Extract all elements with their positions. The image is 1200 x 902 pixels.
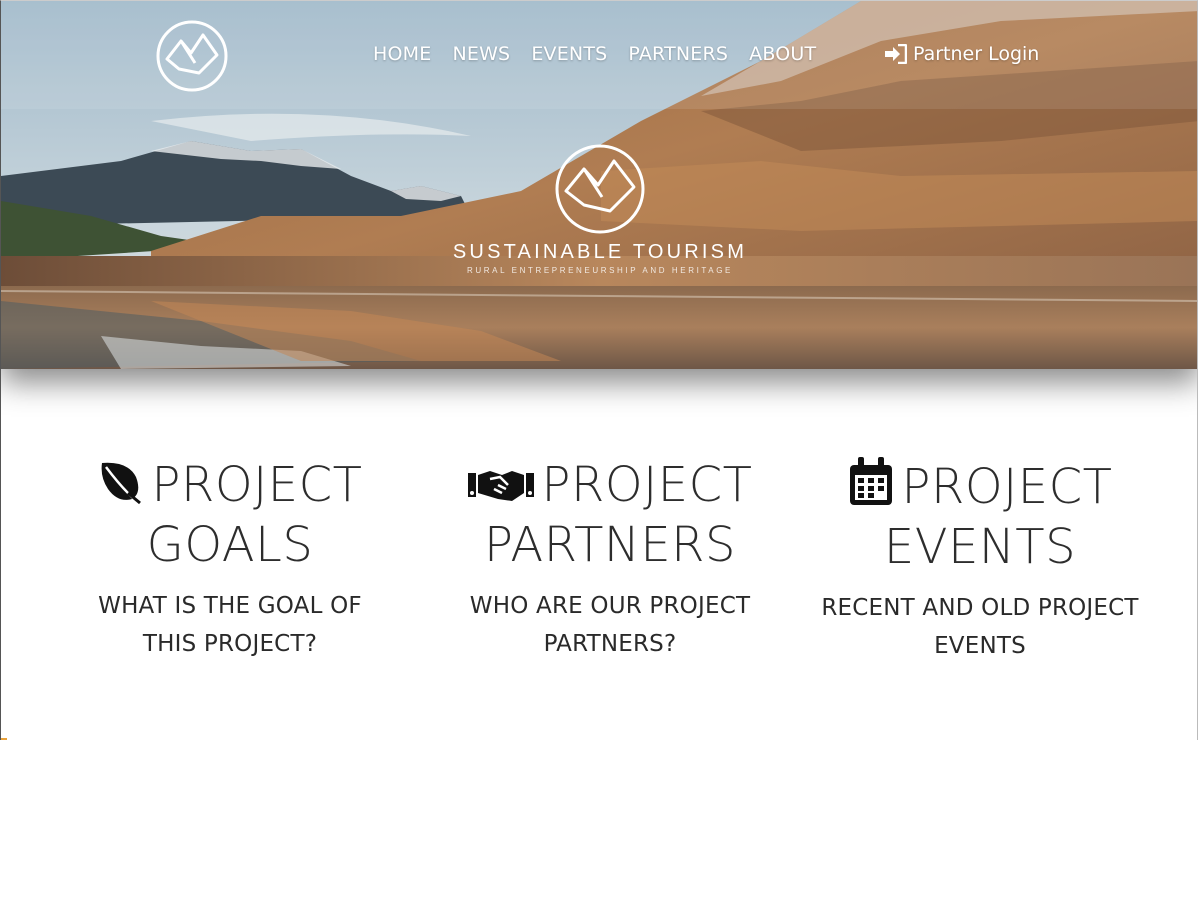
browser-page: HOME NEWS EVENTS PARTNERS ABOUT Partner … <box>0 0 1198 740</box>
feature-sub-line1: WHAT IS THE GOAL OF <box>98 593 362 619</box>
feature-sub-line2: THIS PROJECT? <box>142 631 318 657</box>
feature-sub-line1: RECENT AND OLD PROJECT <box>821 595 1139 621</box>
partner-login-label: Partner Login <box>913 43 1040 65</box>
feature-sub-line1: WHO ARE OUR PROJECT <box>469 593 751 619</box>
feature-project-partners[interactable]: PROJECT PARTNERS WHO ARE OUR PROJECT PAR… <box>445 457 775 663</box>
feature-heading: PROJECT GOALS <box>65 457 395 573</box>
hero-title: SUSTAINABLE TOURISM <box>452 241 748 263</box>
feature-heading: PROJECT EVENTS <box>815 457 1145 575</box>
feature-heading-line2: PARTNERS <box>484 517 736 573</box>
feature-subtitle: RECENT AND OLD PROJECT EVENTS <box>815 589 1145 665</box>
sign-in-icon <box>885 44 907 64</box>
main-nav: HOME NEWS EVENTS PARTNERS ABOUT <box>373 43 816 65</box>
feature-sub-line2: EVENTS <box>934 633 1026 659</box>
calendar-icon <box>848 457 894 519</box>
feature-heading: PROJECT PARTNERS <box>445 457 775 573</box>
feature-section: PROJECT GOALS WHAT IS THE GOAL OF THIS P… <box>1 457 1197 677</box>
handshake-icon <box>467 461 534 517</box>
hero-brand: SUSTAINABLE TOURISM RURAL ENTREPRENEURSH… <box>441 143 759 275</box>
feature-heading-line1: PROJECT <box>901 459 1113 515</box>
feature-heading-line1: PROJECT <box>541 457 753 513</box>
nav-home[interactable]: HOME <box>373 43 431 65</box>
mountain-circle-logo <box>555 144 645 234</box>
feature-project-events[interactable]: PROJECT EVENTS RECENT AND OLD PROJECT EV… <box>815 457 1145 665</box>
feature-heading-line1: PROJECT <box>151 457 363 513</box>
nav-partners[interactable]: PARTNERS <box>628 43 728 65</box>
nav-events[interactable]: EVENTS <box>531 43 607 65</box>
hero-subtitle: RURAL ENTREPRENEURSHIP AND HERITAGE <box>467 266 733 275</box>
nav-about[interactable]: ABOUT <box>749 43 816 65</box>
top-navbar: HOME NEWS EVENTS PARTNERS ABOUT Partner … <box>1 1 1197 109</box>
partner-login-button[interactable]: Partner Login <box>885 43 1039 65</box>
hero-banner: HOME NEWS EVENTS PARTNERS ABOUT Partner … <box>1 1 1197 369</box>
feature-heading-line2: EVENTS <box>883 519 1077 575</box>
feature-sub-line2: PARTNERS? <box>543 631 677 657</box>
mountain-circle-logo[interactable] <box>155 19 229 93</box>
leaf-icon <box>98 459 144 517</box>
feature-subtitle: WHAT IS THE GOAL OF THIS PROJECT? <box>65 587 395 663</box>
feature-heading-line2: GOALS <box>146 517 314 573</box>
nav-news[interactable]: NEWS <box>452 43 510 65</box>
feature-project-goals[interactable]: PROJECT GOALS WHAT IS THE GOAL OF THIS P… <box>65 457 395 663</box>
feature-subtitle: WHO ARE OUR PROJECT PARTNERS? <box>445 587 775 663</box>
